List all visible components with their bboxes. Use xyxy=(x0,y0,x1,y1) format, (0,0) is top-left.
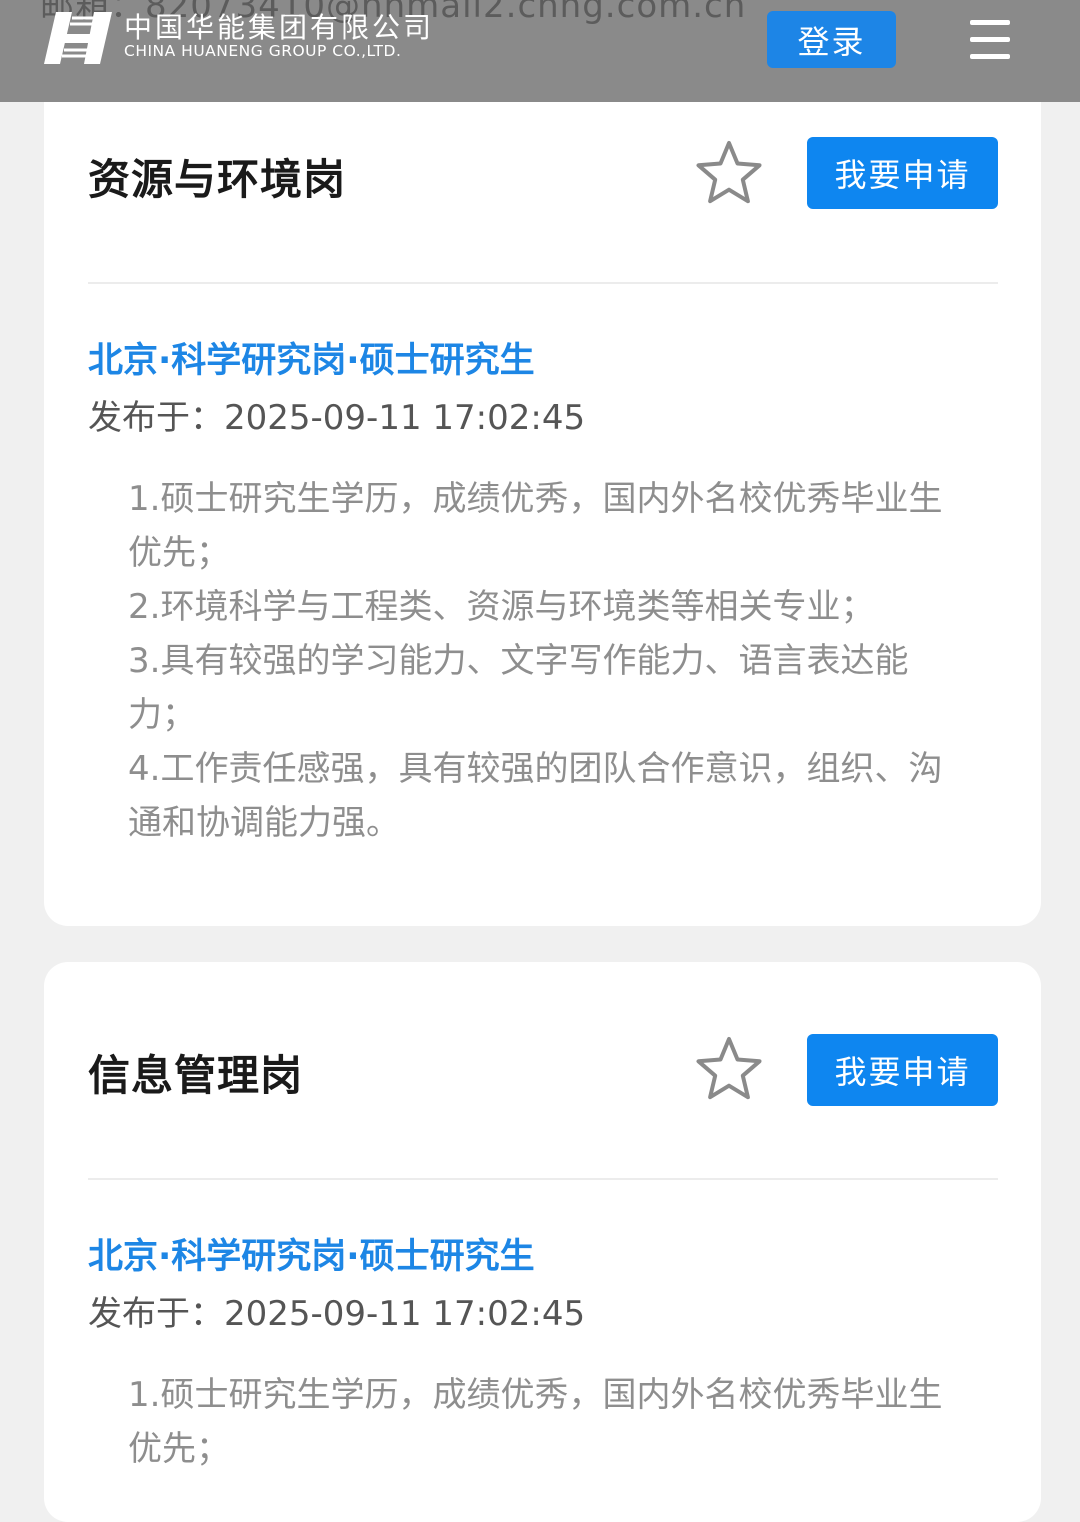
apply-button[interactable]: 我要申请 xyxy=(807,137,998,209)
star-outline-icon[interactable] xyxy=(694,138,764,208)
job-card: 信息管理岗 我要申请 北京·科学研究岗·硕士研究生 发布于：2025-09-11… xyxy=(44,962,1041,1522)
job-card: 资源与环境岗 我要申请 北京·科学研究岗·硕士研究生 发布于：2025-09-1… xyxy=(44,62,1041,926)
hamburger-menu-icon[interactable] xyxy=(966,18,1014,60)
logo-chinese-name: 中国华能集团有限公司 xyxy=(124,11,435,44)
publish-date-prefix: 发布于： xyxy=(88,398,224,438)
publish-date: 发布于：2025-09-11 17:02:45 xyxy=(88,1286,585,1335)
apply-button[interactable]: 我要申请 xyxy=(807,1034,998,1106)
job-title: 资源与环境岗 xyxy=(88,155,347,204)
job-requirements: 1.硕士研究生学历，成绩优秀，国内外名校优秀毕业生优先； 2.环境科学与工程类、… xyxy=(128,472,958,850)
divider xyxy=(88,282,998,284)
job-location-category[interactable]: 北京·科学研究岗·硕士研究生 xyxy=(88,332,535,383)
huaneng-logo-icon xyxy=(44,12,112,64)
star-outline-icon[interactable] xyxy=(694,1034,764,1104)
logo-english-name: CHINA HUANENG GROUP CO.,LTD. xyxy=(124,42,402,60)
requirement-item: 1.硕士研究生学历，成绩优秀，国内外名校优秀毕业生优先； xyxy=(128,1375,943,1469)
job-title: 信息管理岗 xyxy=(88,1051,304,1100)
requirement-item: 1.硕士研究生学历，成绩优秀，国内外名校优秀毕业生优先； xyxy=(128,479,943,573)
requirement-item: 2.环境科学与工程类、资源与环境类等相关专业； xyxy=(128,587,875,627)
job-location-category[interactable]: 北京·科学研究岗·硕士研究生 xyxy=(88,1228,535,1279)
publish-date-value: 2025-09-11 17:02:45 xyxy=(224,1294,586,1334)
login-button[interactable]: 登录 xyxy=(767,11,896,68)
job-requirements: 1.硕士研究生学历，成绩优秀，国内外名校优秀毕业生优先； xyxy=(128,1368,958,1476)
publish-date-value: 2025-09-11 17:02:45 xyxy=(224,398,586,438)
divider xyxy=(88,1178,998,1180)
publish-date: 发布于：2025-09-11 17:02:45 xyxy=(88,390,585,439)
top-header: 邮箱：82073410@hnmail2.cnng.com.cn 中国华能集团有限… xyxy=(0,0,1080,102)
requirement-item: 3.具有较强的学习能力、文字写作能力、语言表达能力； xyxy=(128,641,909,735)
requirement-item: 4.工作责任感强，具有较强的团队合作意识，组织、沟通和协调能力强。 xyxy=(128,749,943,843)
publish-date-prefix: 发布于： xyxy=(88,1294,224,1334)
